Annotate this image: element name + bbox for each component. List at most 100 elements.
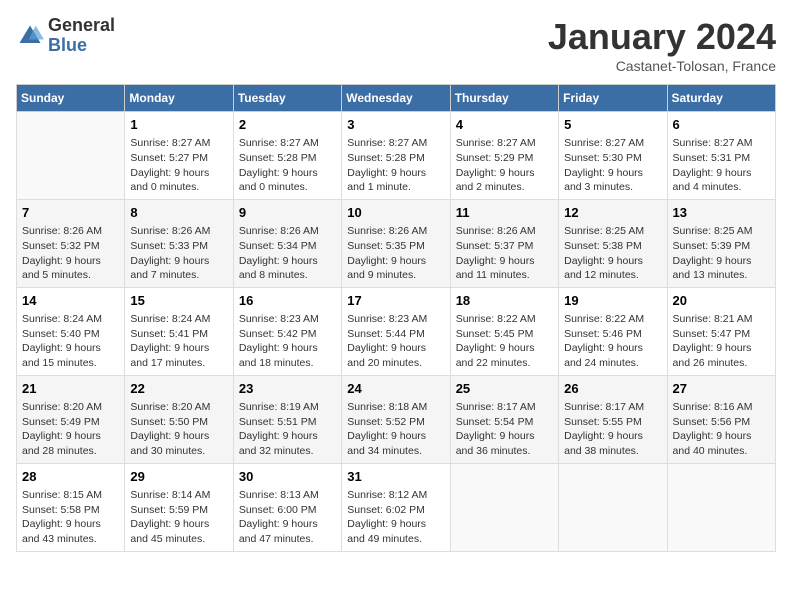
day-info: Sunrise: 8:26 AM: [239, 224, 336, 239]
calendar-cell: 10Sunrise: 8:26 AMSunset: 5:35 PMDayligh…: [342, 199, 450, 287]
day-number: 4: [456, 116, 553, 134]
day-info: Sunset: 5:52 PM: [347, 415, 444, 430]
day-info: and 3 minutes.: [564, 180, 661, 195]
weekday-header-thursday: Thursday: [450, 85, 558, 112]
day-number: 2: [239, 116, 336, 134]
day-info: Daylight: 9 hours: [347, 341, 444, 356]
day-info: Daylight: 9 hours: [456, 166, 553, 181]
day-info: Daylight: 9 hours: [239, 341, 336, 356]
day-number: 16: [239, 292, 336, 310]
calendar-cell: 19Sunrise: 8:22 AMSunset: 5:46 PMDayligh…: [559, 287, 667, 375]
calendar-cell: 27Sunrise: 8:16 AMSunset: 5:56 PMDayligh…: [667, 375, 775, 463]
day-info: Sunrise: 8:17 AM: [564, 400, 661, 415]
calendar-week-row: 28Sunrise: 8:15 AMSunset: 5:58 PMDayligh…: [17, 463, 776, 551]
day-info: and 5 minutes.: [22, 268, 119, 283]
calendar-week-row: 14Sunrise: 8:24 AMSunset: 5:40 PMDayligh…: [17, 287, 776, 375]
day-number: 5: [564, 116, 661, 134]
day-info: Daylight: 9 hours: [564, 166, 661, 181]
day-info: Daylight: 9 hours: [22, 341, 119, 356]
weekday-header-friday: Friday: [559, 85, 667, 112]
day-info: Daylight: 9 hours: [456, 429, 553, 444]
day-info: Sunrise: 8:25 AM: [564, 224, 661, 239]
month-title: January 2024: [548, 16, 776, 58]
calendar-cell: 25Sunrise: 8:17 AMSunset: 5:54 PMDayligh…: [450, 375, 558, 463]
day-info: Sunrise: 8:20 AM: [130, 400, 227, 415]
day-info: Daylight: 9 hours: [347, 166, 444, 181]
day-number: 7: [22, 204, 119, 222]
calendar-cell: 8Sunrise: 8:26 AMSunset: 5:33 PMDaylight…: [125, 199, 233, 287]
day-info: and 20 minutes.: [347, 356, 444, 371]
day-info: and 11 minutes.: [456, 268, 553, 283]
day-info: Sunrise: 8:22 AM: [564, 312, 661, 327]
day-info: Daylight: 9 hours: [239, 254, 336, 269]
day-info: and 13 minutes.: [673, 268, 770, 283]
calendar-cell: [667, 463, 775, 551]
day-info: and 1 minute.: [347, 180, 444, 195]
day-info: Sunset: 5:31 PM: [673, 151, 770, 166]
day-number: 8: [130, 204, 227, 222]
day-info: Sunset: 5:42 PM: [239, 327, 336, 342]
calendar-cell: 22Sunrise: 8:20 AMSunset: 5:50 PMDayligh…: [125, 375, 233, 463]
day-info: Sunset: 5:46 PM: [564, 327, 661, 342]
day-number: 22: [130, 380, 227, 398]
day-number: 29: [130, 468, 227, 486]
day-info: Sunset: 5:49 PM: [22, 415, 119, 430]
day-info: Sunset: 5:58 PM: [22, 503, 119, 518]
calendar-cell: 16Sunrise: 8:23 AMSunset: 5:42 PMDayligh…: [233, 287, 341, 375]
calendar-cell: 3Sunrise: 8:27 AMSunset: 5:28 PMDaylight…: [342, 112, 450, 200]
calendar-cell: 13Sunrise: 8:25 AMSunset: 5:39 PMDayligh…: [667, 199, 775, 287]
day-info: and 15 minutes.: [22, 356, 119, 371]
day-number: 21: [22, 380, 119, 398]
day-number: 3: [347, 116, 444, 134]
calendar-cell: 23Sunrise: 8:19 AMSunset: 5:51 PMDayligh…: [233, 375, 341, 463]
day-info: Sunset: 5:27 PM: [130, 151, 227, 166]
day-info: Sunset: 5:28 PM: [239, 151, 336, 166]
day-info: Sunset: 5:30 PM: [564, 151, 661, 166]
logo: General Blue: [16, 16, 115, 56]
title-block: January 2024 Castanet-Tolosan, France: [548, 16, 776, 74]
day-info: Daylight: 9 hours: [22, 429, 119, 444]
calendar-cell: 6Sunrise: 8:27 AMSunset: 5:31 PMDaylight…: [667, 112, 775, 200]
day-info: Sunset: 5:32 PM: [22, 239, 119, 254]
day-info: and 30 minutes.: [130, 444, 227, 459]
day-info: and 32 minutes.: [239, 444, 336, 459]
day-info: Sunrise: 8:25 AM: [673, 224, 770, 239]
calendar-week-row: 1Sunrise: 8:27 AMSunset: 5:27 PMDaylight…: [17, 112, 776, 200]
calendar-cell: 4Sunrise: 8:27 AMSunset: 5:29 PMDaylight…: [450, 112, 558, 200]
logo-general-text: General: [48, 16, 115, 36]
day-info: Sunset: 5:40 PM: [22, 327, 119, 342]
calendar-cell: 29 Sunrise: 8:14 AMSunset: 5:59 PMDayligh…: [125, 463, 233, 551]
day-number: 14: [22, 292, 119, 310]
day-info: Sunrise: 8:13 AM: [239, 488, 336, 503]
day-info: Sunset: 5:35 PM: [347, 239, 444, 254]
day-info: Daylight: 9 hours: [456, 254, 553, 269]
day-info: Sunset: 5:44 PM: [347, 327, 444, 342]
day-info: Sunrise: 8:24 AM: [130, 312, 227, 327]
day-number: 23: [239, 380, 336, 398]
calendar-cell: 31Sunrise: 8:12 AMSunset: 6:02 PMDayligh…: [342, 463, 450, 551]
day-number: 30: [239, 468, 336, 486]
day-info: Daylight: 9 hours: [22, 254, 119, 269]
day-number: 15: [130, 292, 227, 310]
day-info: Sunset: 5:59 PM: [130, 503, 227, 518]
calendar-cell: 7Sunrise: 8:26 AMSunset: 5:32 PMDaylight…: [17, 199, 125, 287]
day-info: Sunrise: 8:24 AM: [22, 312, 119, 327]
day-info: Sunset: 5:39 PM: [673, 239, 770, 254]
logo-icon: [16, 22, 44, 50]
day-info: and 28 minutes.: [22, 444, 119, 459]
day-info: Sunrise: 8:21 AM: [673, 312, 770, 327]
day-info: Sunset: 5:47 PM: [673, 327, 770, 342]
day-info: Sunrise: 8:23 AM: [347, 312, 444, 327]
calendar-cell: 18Sunrise: 8:22 AMSunset: 5:45 PMDayligh…: [450, 287, 558, 375]
day-info: Sunset: 5:28 PM: [347, 151, 444, 166]
calendar-cell: 21Sunrise: 8:20 AMSunset: 5:49 PMDayligh…: [17, 375, 125, 463]
day-info: and 4 minutes.: [673, 180, 770, 195]
day-info: Sunset: 5:45 PM: [456, 327, 553, 342]
day-number: 25: [456, 380, 553, 398]
day-number: 11: [456, 204, 553, 222]
day-info: Daylight: 9 hours: [130, 517, 227, 532]
calendar-cell: 30Sunrise: 8:13 AMSunset: 6:00 PMDayligh…: [233, 463, 341, 551]
calendar-cell: 2Sunrise: 8:27 AMSunset: 5:28 PMDaylight…: [233, 112, 341, 200]
day-info: Sunset: 5:51 PM: [239, 415, 336, 430]
day-info: Sunrise: 8:14 AM: [130, 488, 227, 503]
